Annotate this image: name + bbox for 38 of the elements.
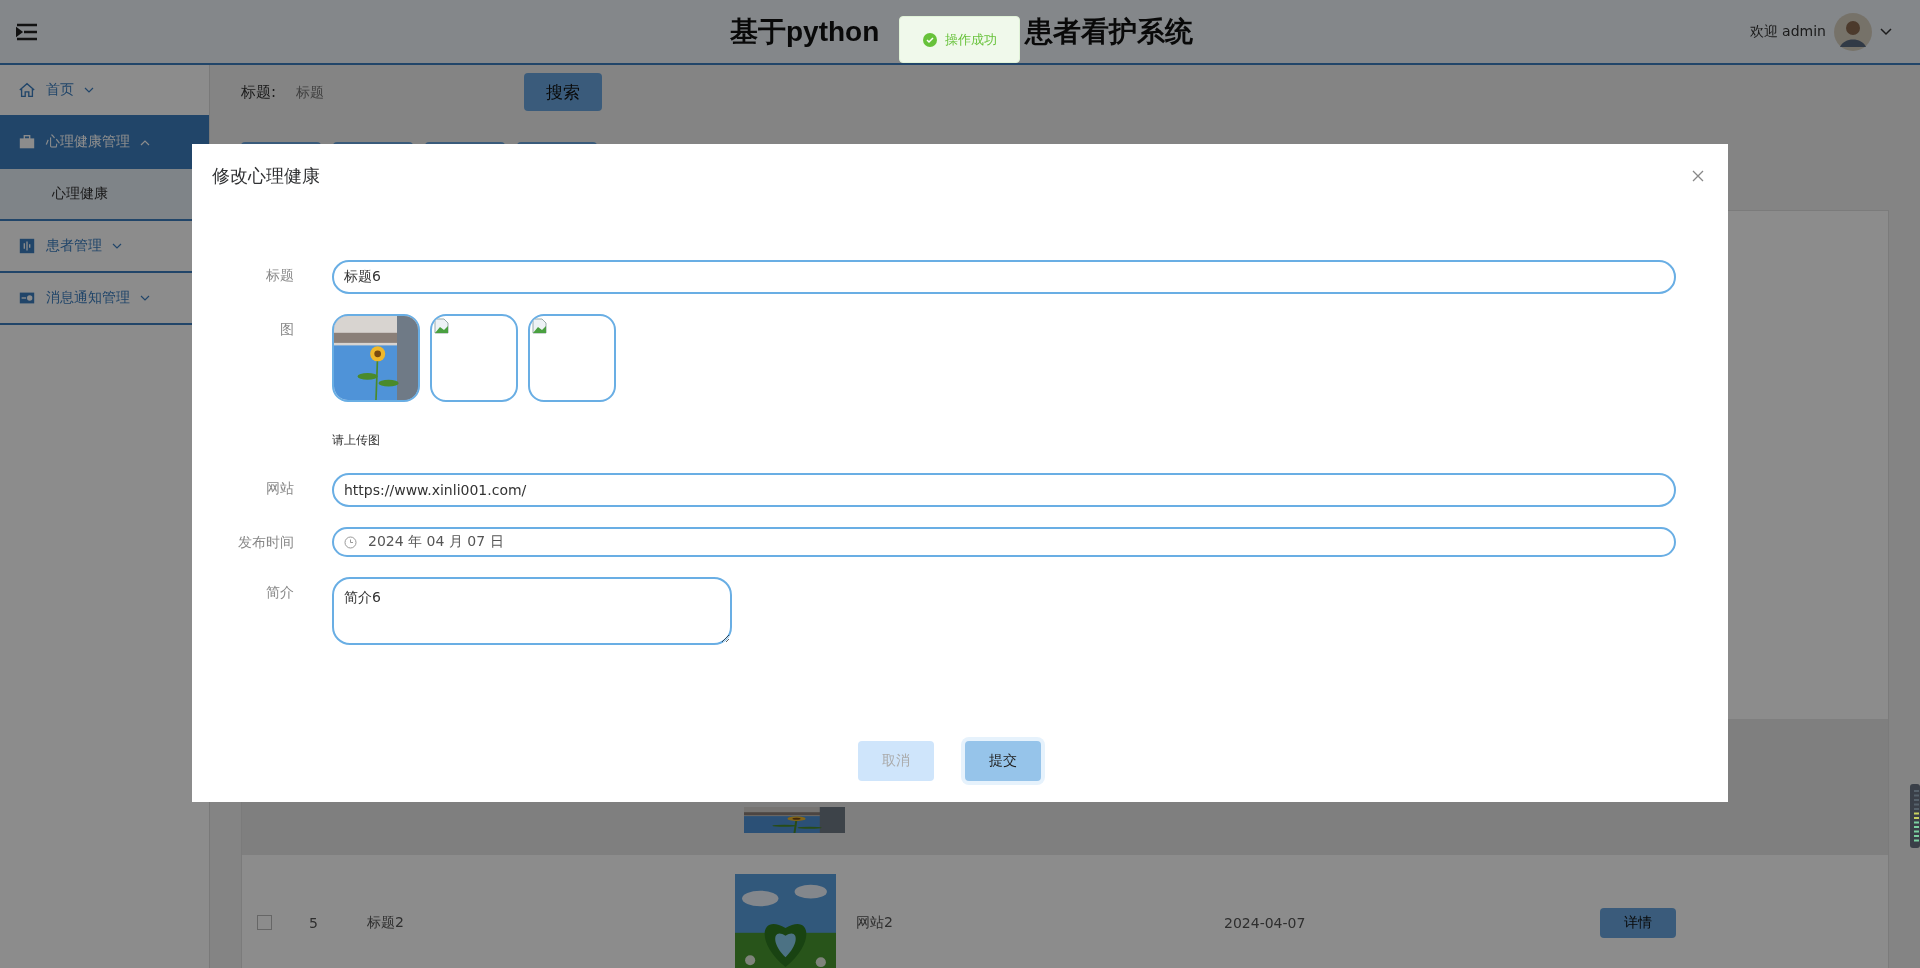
broken-image-icon [434,318,450,334]
upload-hint: 请上传图 [332,432,381,449]
check-circle-icon [922,32,937,47]
home-icon [18,81,36,99]
toast-message: 操作成功 [944,30,997,49]
table-cell-text: 2024-04-07 [1224,914,1307,931]
clock-icon [344,536,357,549]
search-field[interactable]: 标题 [294,83,489,101]
table-cell-text: 网站2 [856,913,894,932]
field-label: 发布时间 [237,533,295,552]
sidebar-item[interactable]: 心理健康管理 [0,117,209,169]
row-checkbox[interactable] [257,915,272,930]
dialog-title: 修改心理健康 [212,164,320,188]
app-title: 基于python [730,14,880,49]
field-label: 标题 [265,266,295,285]
table-cell-text: 标题2 [367,913,405,932]
details-button[interactable]: 详情 [1600,907,1676,938]
chart-icon [18,237,36,255]
menu-icon[interactable] [16,22,38,41]
close-icon[interactable] [1692,170,1704,182]
app-title: 患者看护系统 [1025,14,1194,49]
welcome-text: 欢迎 admin [1749,22,1826,41]
avatar-icon[interactable] [1834,12,1872,51]
field-label: 网站 [265,479,295,498]
date-field[interactable]: 2024 年 04 月 07 日 [332,527,1676,557]
search-button[interactable]: 搜索 [524,73,603,111]
search-label: 标题: [241,82,277,102]
level-meter-icon [1910,784,1920,848]
description-field[interactable]: 简介6 [332,577,732,645]
field-label: 图 [279,320,295,339]
briefcase-icon [18,133,36,151]
text-field[interactable]: 标题6 [332,260,1676,294]
field-label: 简介 [265,583,295,602]
broken-image-icon [532,318,548,334]
chevron-down-icon[interactable] [1880,27,1892,36]
text-field[interactable]: https://www.xinli001.com/ [332,473,1676,507]
table-cell-text: 5 [309,914,319,931]
cancel-button[interactable]: 取消 [858,741,934,781]
